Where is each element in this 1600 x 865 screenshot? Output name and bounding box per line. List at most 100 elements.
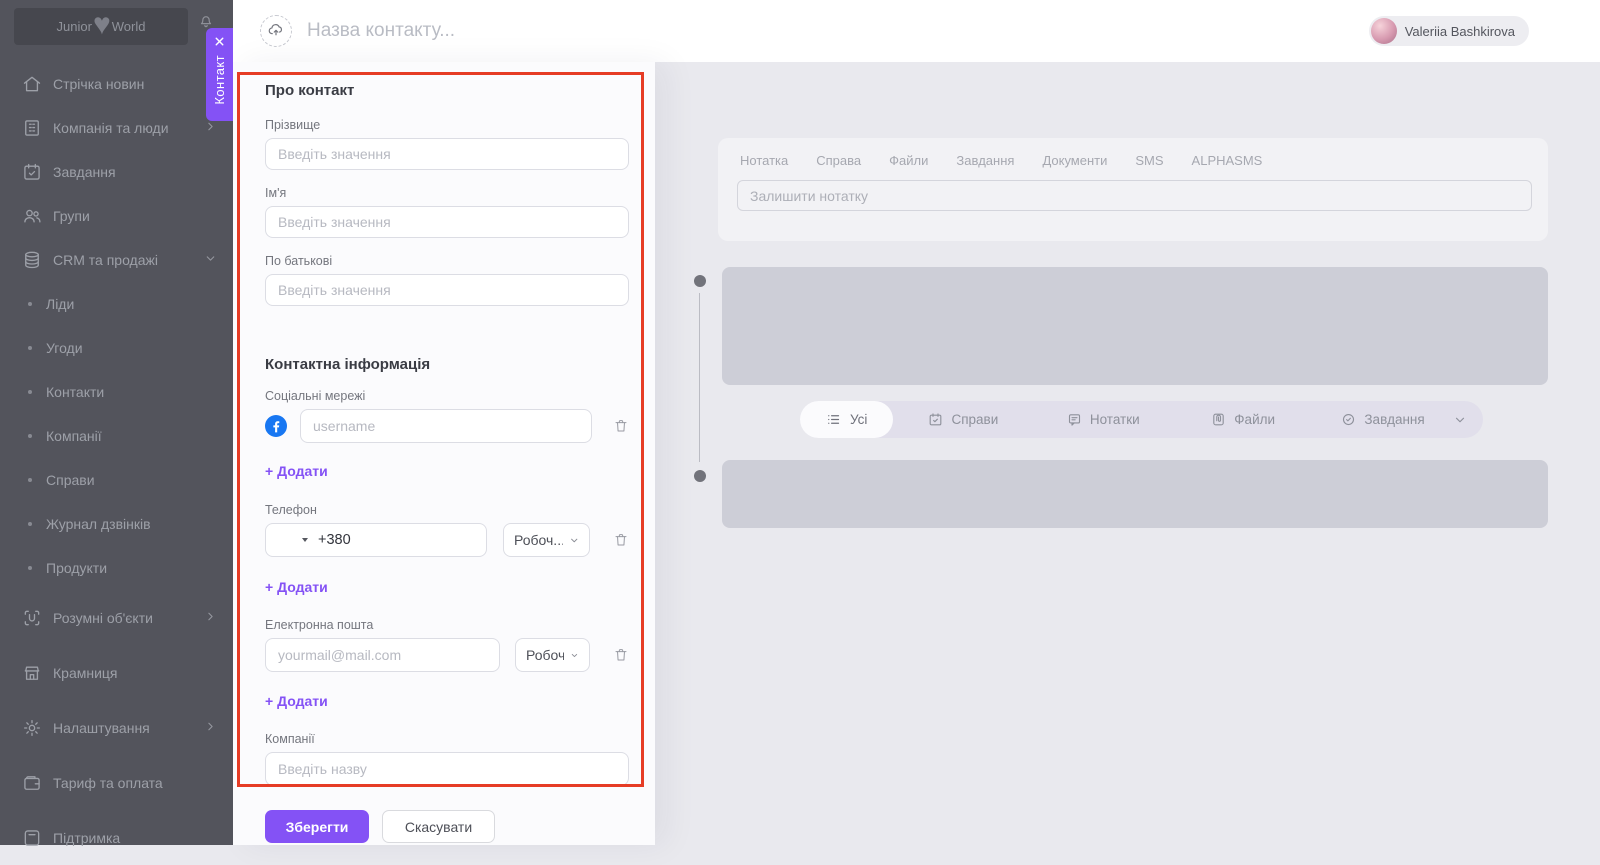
sidebar-item-company-people[interactable]: Компанія та люди — [0, 106, 233, 150]
bullet-dot — [28, 566, 32, 570]
lastname-label: Прізвище — [265, 118, 629, 133]
section-title-contact-info: Контактна інформація — [265, 356, 629, 374]
storefront-icon — [22, 663, 42, 683]
app-logo[interactable]: Junior ♥ World — [14, 8, 188, 45]
activity-filter-bar: Усі Справи Нотатки Файли Завдання — [800, 401, 1483, 438]
contact-tab-label: Контакт — [212, 55, 227, 105]
middlename-label: По батькові — [265, 254, 629, 269]
user-menu[interactable]: Valeriia Bashkirova — [1369, 16, 1529, 46]
sidebar-subitem-cases[interactable]: Справи — [0, 458, 233, 502]
sidebar-subitem-contacts[interactable]: Контакти — [0, 370, 233, 414]
contact-panel-tab[interactable]: Контакт — [206, 28, 233, 121]
phone-input[interactable] — [265, 523, 487, 557]
email-label: Електронна пошта — [265, 618, 629, 633]
sidebar-item-settings[interactable]: Налаштування — [0, 700, 233, 755]
delete-social-trash-icon[interactable] — [613, 418, 629, 434]
contact-name-input[interactable] — [307, 0, 927, 62]
user-avatar — [1371, 18, 1397, 44]
chevron-down-icon — [569, 535, 579, 546]
tab-note: Нотатка — [740, 153, 788, 168]
sidebar-subitem-leads[interactable]: Ліди — [0, 282, 233, 326]
sidebar-item-groups[interactable]: Групи — [0, 194, 233, 238]
save-button[interactable]: Зберегти — [265, 810, 369, 843]
calendar-icon — [928, 412, 943, 427]
filter-notes: Нотатки — [1033, 412, 1173, 427]
sidebar-item-billing[interactable]: Тариф та оплата — [0, 755, 233, 810]
cancel-button[interactable]: Скасувати — [382, 810, 495, 843]
phone-label: Телефон — [265, 503, 629, 518]
delete-email-trash-icon[interactable] — [613, 647, 629, 663]
tab-sms: SMS — [1135, 153, 1163, 168]
close-icon[interactable] — [213, 35, 226, 48]
flag-caret-icon — [302, 538, 308, 542]
add-social-link[interactable]: + Додати — [265, 464, 328, 479]
email-type-select[interactable]: Робоча — [515, 638, 590, 672]
timeline-line — [699, 293, 700, 462]
note-bubble-icon — [1067, 412, 1082, 427]
facebook-icon[interactable] — [265, 415, 287, 437]
chevron-right-icon — [204, 120, 217, 136]
companies-input[interactable] — [265, 752, 629, 786]
sidebar-nav: Стрічка новин Компанія та люди Завдання … — [0, 62, 233, 865]
phone-number-field[interactable] — [318, 532, 438, 548]
bullet-dot — [28, 434, 32, 438]
chevron-down-icon — [570, 650, 579, 661]
users-icon — [22, 206, 42, 226]
firstname-input[interactable] — [265, 206, 629, 238]
logo-text-right: World — [112, 19, 146, 34]
filter-all: Усі — [800, 401, 893, 438]
phone-type-select[interactable]: Робоч... — [503, 523, 590, 557]
heart-logo-icon: ♥ — [93, 10, 111, 40]
note-input — [737, 180, 1532, 211]
social-username-input[interactable] — [300, 409, 592, 443]
lastname-input[interactable] — [265, 138, 629, 170]
bullet-dot — [28, 522, 32, 526]
add-phone-link[interactable]: + Додати — [265, 580, 328, 595]
filter-files: Файли — [1173, 412, 1313, 427]
sidebar-subitem-companies[interactable]: Компанії — [0, 414, 233, 458]
activity-placeholder-block — [722, 460, 1548, 528]
check-circle-icon — [1341, 412, 1356, 427]
sidebar-subitem-call-log[interactable]: Журнал дзвінків — [0, 502, 233, 546]
wallet-icon — [22, 773, 42, 793]
list-icon — [826, 412, 841, 427]
filter-cases: Справи — [893, 412, 1033, 427]
filter-tasks: Завдання — [1313, 412, 1453, 427]
composer-tabs: Нотатка Справа Файли Завдання Документи … — [740, 153, 1262, 168]
chevron-down-icon — [204, 252, 217, 268]
tab-task: Завдання — [956, 153, 1014, 168]
chevron-right-icon — [204, 720, 217, 736]
sidebar-item-shop[interactable]: Крамниця — [0, 645, 233, 700]
sidebar-item-news-feed[interactable]: Стрічка новин — [0, 62, 233, 106]
tab-case: Справа — [816, 153, 861, 168]
delete-phone-trash-icon[interactable] — [613, 532, 629, 548]
email-input[interactable] — [265, 638, 500, 672]
sidebar-item-support[interactable]: Підтримка — [0, 810, 233, 865]
activity-placeholder-block — [722, 267, 1548, 385]
sidebar-subitem-products[interactable]: Продукти — [0, 546, 233, 590]
tab-files: Файли — [889, 153, 928, 168]
avatar-upload-button[interactable] — [260, 15, 292, 47]
sidebar: Junior ♥ World Стрічка новин Компанія та… — [0, 0, 233, 845]
sidebar-item-crm-sales[interactable]: CRM та продажі — [0, 238, 233, 282]
user-name: Valeriia Bashkirova — [1405, 24, 1515, 39]
sidebar-item-tasks[interactable]: Завдання — [0, 150, 233, 194]
activity-composer-card: Нотатка Справа Файли Завдання Документи … — [718, 138, 1548, 241]
bullet-dot — [28, 346, 32, 350]
section-title-about: Про контакт — [265, 82, 629, 100]
chevron-down-icon — [1453, 413, 1483, 427]
contact-form-panel: Про контакт Прізвище Ім'я По батькові Ко… — [233, 62, 655, 845]
home-icon — [22, 74, 42, 94]
sidebar-item-smart-objects[interactable]: Розумні об'єкти — [0, 590, 233, 645]
scan-object-icon — [22, 608, 42, 628]
social-label: Соціальні мережі — [265, 389, 629, 404]
timeline-dot — [694, 470, 706, 482]
add-email-link[interactable]: + Додати — [265, 694, 328, 709]
sidebar-subitem-deals[interactable]: Угоди — [0, 326, 233, 370]
tab-alphasms: ALPHASMS — [1192, 153, 1263, 168]
paperclip-file-icon — [1211, 412, 1226, 427]
logo-text-left: Junior — [57, 19, 92, 34]
ukraine-flag-icon[interactable] — [276, 533, 297, 547]
middlename-input[interactable] — [265, 274, 629, 306]
tab-documents: Документи — [1042, 153, 1107, 168]
